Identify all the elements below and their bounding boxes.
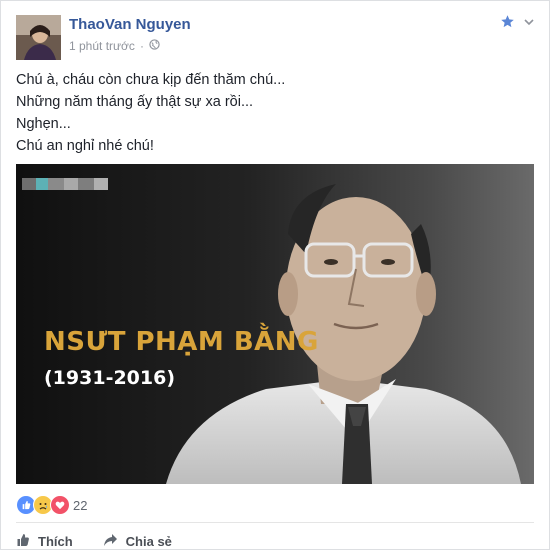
post-line: Chú an nghỉ nhé chú! — [16, 138, 154, 154]
star-icon[interactable] — [500, 14, 515, 34]
photo-title: NSƯT PHẠM BẰNG — [44, 327, 319, 357]
chevron-down-icon[interactable] — [523, 15, 535, 33]
post-line: Những năm tháng ấy thật sự xa rồi... — [16, 94, 254, 110]
post-time[interactable]: 1 phút trước — [69, 39, 135, 53]
post-top-actions — [500, 14, 535, 34]
post-line: Chú à, cháu còn chưa kịp đến thăm chú... — [16, 72, 286, 88]
love-icon — [50, 495, 70, 515]
blurred-watermark — [22, 174, 112, 194]
meta-separator: · — [139, 39, 144, 53]
post-actions: Thích Chia sẻ — [16, 533, 172, 549]
share-label: Chia sẻ — [125, 534, 172, 549]
thumbs-up-icon — [16, 533, 30, 549]
share-arrow-icon — [103, 533, 118, 549]
post-photo[interactable]: NSƯT PHẠM BẰNG (1931-2016) — [16, 164, 534, 484]
like-label: Thích — [38, 534, 73, 549]
like-button[interactable]: Thích — [16, 533, 73, 549]
divider — [16, 522, 534, 523]
post-line: Nghẹn... — [16, 116, 71, 132]
author-name[interactable]: ThaoVan Nguyen — [69, 16, 191, 33]
photo-years: (1931-2016) — [44, 367, 176, 389]
globe-icon[interactable] — [149, 39, 160, 53]
share-button[interactable]: Chia sẻ — [103, 533, 172, 549]
post-card: ThaoVan Nguyen 1 phút trước · Chú à, chá… — [0, 0, 550, 550]
reactions-bar[interactable]: 22 — [16, 495, 87, 515]
post-meta: 1 phút trước · — [69, 39, 160, 53]
avatar[interactable] — [16, 15, 61, 60]
post-text: Chú à, cháu còn chưa kịp đến thăm chú...… — [16, 69, 285, 157]
reaction-count[interactable]: 22 — [73, 498, 87, 513]
